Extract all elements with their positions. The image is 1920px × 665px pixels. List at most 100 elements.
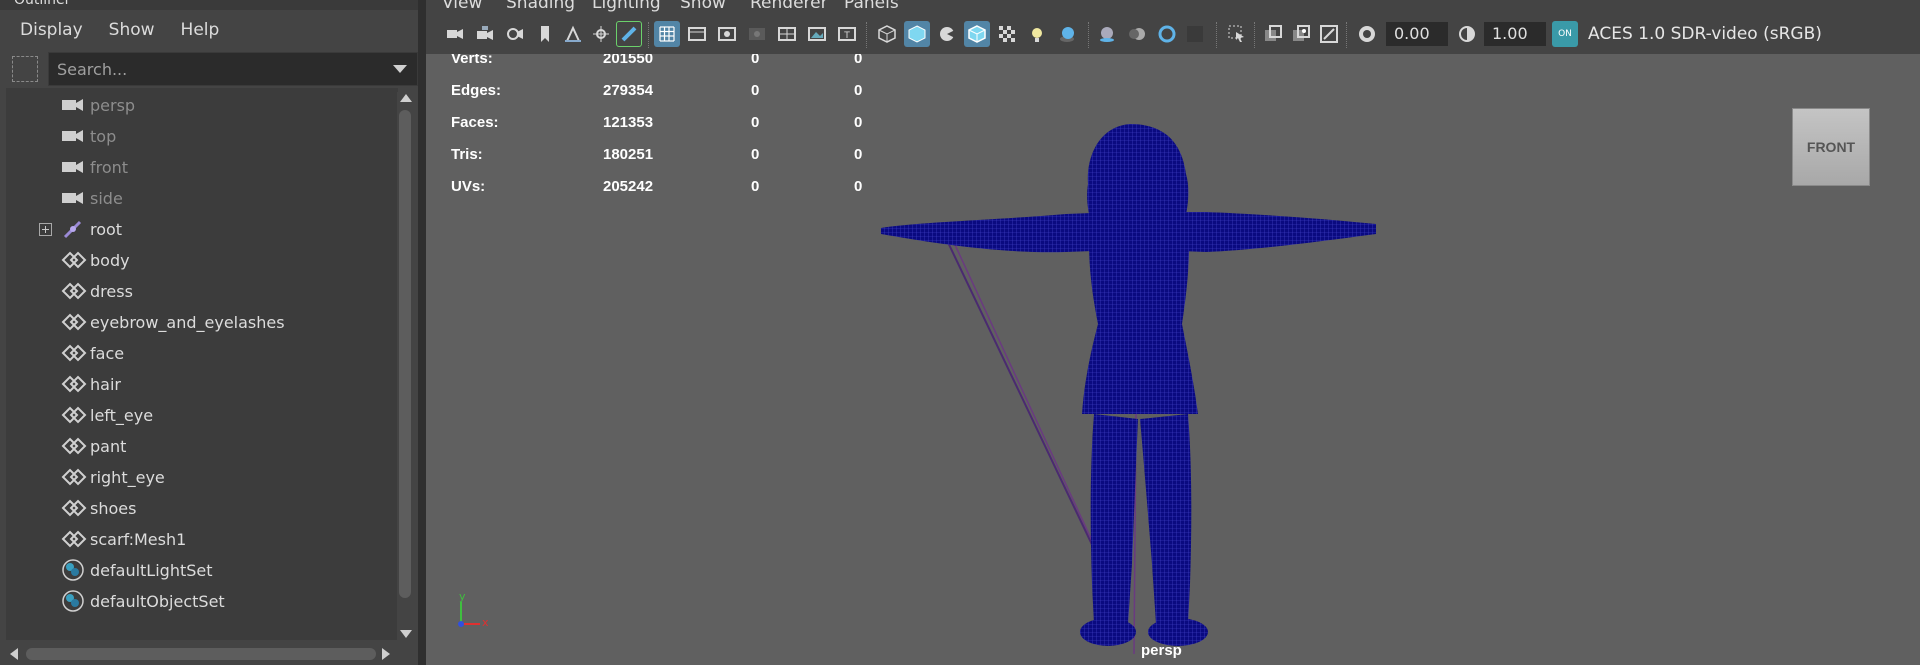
set-icon: [61, 590, 85, 612]
expand-icon[interactable]: [39, 223, 52, 236]
menu-lighting[interactable]: Lighting: [592, 0, 661, 13]
exposure-field[interactable]: 0.00: [1386, 22, 1448, 46]
camera-icon: [61, 187, 85, 209]
outliner-item-label: right_eye: [90, 468, 165, 487]
mesh-icon: [61, 404, 87, 426]
gate-mask-icon[interactable]: [744, 21, 770, 47]
grid-icon[interactable]: [654, 21, 680, 47]
character-mesh-wireframe[interactable]: [876, 84, 1416, 664]
depth-of-field-icon[interactable]: [1182, 21, 1208, 47]
outliner-item-left-eye[interactable]: left_eye: [6, 400, 398, 431]
outliner-panel: Outliner Display Show Help Search... per…: [0, 0, 418, 665]
xray-icon[interactable]: [1260, 21, 1286, 47]
field-chart-icon[interactable]: [774, 21, 800, 47]
hud-row-verts: Verts: 201550 0 0: [451, 54, 863, 67]
safe-title-icon[interactable]: T: [834, 21, 860, 47]
shadows-icon[interactable]: [1054, 21, 1080, 47]
isolate-select-icon[interactable]: [1224, 21, 1250, 47]
outliner-item-label: eyebrow_and_eyelashes: [90, 313, 285, 332]
outliner-item-shoes[interactable]: shoes: [6, 493, 398, 524]
toolbar-separator: [648, 22, 651, 48]
toolbar-separator: [1254, 22, 1257, 48]
outliner-item-dress[interactable]: dress: [6, 276, 398, 307]
motion-blur-icon[interactable]: [1124, 21, 1150, 47]
outliner-item-pant[interactable]: pant: [6, 431, 398, 462]
panel-splitter[interactable]: [418, 0, 426, 665]
search-input[interactable]: Search...: [48, 52, 418, 86]
outliner-item-hair[interactable]: hair: [6, 369, 398, 400]
scroll-right-arrow-icon[interactable]: [382, 648, 390, 660]
safe-action-icon[interactable]: [804, 21, 830, 47]
bookmark-icon[interactable]: [532, 21, 558, 47]
axis-y-label: y: [459, 592, 466, 603]
outliner-menubar: Display Show Help: [0, 10, 418, 50]
mesh-icon: [61, 311, 87, 333]
search-placeholder: Search...: [57, 60, 128, 79]
menu-display[interactable]: Display: [20, 20, 83, 40]
outliner-item-label: root: [90, 220, 123, 239]
gamma-icon[interactable]: [1454, 21, 1480, 47]
outliner-item-label: body: [90, 251, 130, 270]
screen-space-ao-icon[interactable]: [1094, 21, 1120, 47]
image-plane-icon[interactable]: [560, 21, 586, 47]
view-transform-select[interactable]: ACES 1.0 SDR-video (sRGB): [1582, 22, 1902, 48]
menu-renderer[interactable]: Renderer: [750, 0, 828, 13]
menu-view[interactable]: View: [442, 0, 482, 13]
exposure-icon[interactable]: [1354, 21, 1380, 47]
color-management-toggle[interactable]: ON: [1552, 21, 1578, 47]
outliner-item-top[interactable]: top: [6, 121, 398, 152]
xray-joints-icon[interactable]: [1288, 21, 1314, 47]
scroll-thumb[interactable]: [399, 110, 411, 598]
outliner-item-defaultlightset[interactable]: defaultLightSet: [6, 555, 398, 586]
default-material-icon[interactable]: [934, 21, 960, 47]
scroll-left-arrow-icon[interactable]: [10, 648, 18, 660]
camera-settings-icon[interactable]: [502, 21, 528, 47]
multisample-aa-icon[interactable]: [1154, 21, 1180, 47]
outliner-item-defaultobjectset[interactable]: defaultObjectSet: [6, 586, 398, 617]
outliner-item-side[interactable]: side: [6, 183, 398, 214]
search-dropdown-arrow-icon[interactable]: [393, 65, 407, 73]
camera-attributes-icon[interactable]: [472, 21, 498, 47]
outliner-vertical-scrollbar[interactable]: [397, 92, 413, 640]
xray-active-components-icon[interactable]: [1316, 21, 1342, 47]
two-d-pan-zoom-icon[interactable]: [588, 21, 614, 47]
outliner-item-body[interactable]: body: [6, 245, 398, 276]
scroll-thumb[interactable]: [26, 648, 376, 660]
view-cube[interactable]: FRONT: [1792, 108, 1870, 186]
select-camera-icon[interactable]: [442, 21, 468, 47]
scroll-down-arrow-icon[interactable]: [400, 630, 412, 638]
outliner-item-label: left_eye: [90, 406, 154, 425]
wireframe-on-shaded-icon[interactable]: [964, 21, 990, 47]
toolbar-separator: [1346, 22, 1349, 48]
menu-help[interactable]: Help: [181, 20, 220, 40]
outliner-item-root[interactable]: root: [6, 214, 398, 245]
outliner-item-label: defaultLightSet: [90, 561, 213, 580]
svg-text:T: T: [843, 31, 850, 41]
grease-pencil-icon[interactable]: [616, 21, 642, 47]
menu-shading[interactable]: Shading: [506, 0, 575, 13]
outliner-item-label: persp: [90, 96, 136, 115]
camera-icon: [61, 156, 85, 178]
scroll-up-arrow-icon[interactable]: [400, 94, 412, 102]
textured-icon[interactable]: [994, 21, 1020, 47]
menu-panels[interactable]: Panels: [844, 0, 899, 13]
outliner-item-face[interactable]: face: [6, 338, 398, 369]
outliner-item-front[interactable]: front: [6, 152, 398, 183]
selection-filter-icon[interactable]: [12, 56, 38, 82]
outliner-item-right-eye[interactable]: right_eye: [6, 462, 398, 493]
use-all-lights-icon[interactable]: [1024, 21, 1050, 47]
outliner-item-persp[interactable]: persp: [6, 90, 398, 121]
menu-show[interactable]: Show: [109, 20, 155, 40]
wireframe-icon[interactable]: [874, 21, 900, 47]
resolution-gate-icon[interactable]: [714, 21, 740, 47]
viewport-3d[interactable]: Verts: 201550 0 0 Edges: 279354 0 0 Faces: 1213…: [426, 54, 1920, 665]
outliner-horizontal-scrollbar[interactable]: [0, 645, 398, 663]
outliner-item-eyebrow-and-eyelashes[interactable]: eyebrow_and_eyelashes: [6, 307, 398, 338]
menu-show[interactable]: Show: [680, 0, 726, 13]
gamma-field[interactable]: 1.00: [1484, 22, 1546, 46]
mesh-icon: [61, 249, 87, 271]
outliner-item-scarf-mesh1[interactable]: scarf:Mesh1: [6, 524, 398, 555]
hud-row-tris: Tris: 180251 0 0: [451, 146, 863, 163]
film-gate-icon[interactable]: [684, 21, 710, 47]
smooth-shade-icon[interactable]: [904, 21, 930, 47]
